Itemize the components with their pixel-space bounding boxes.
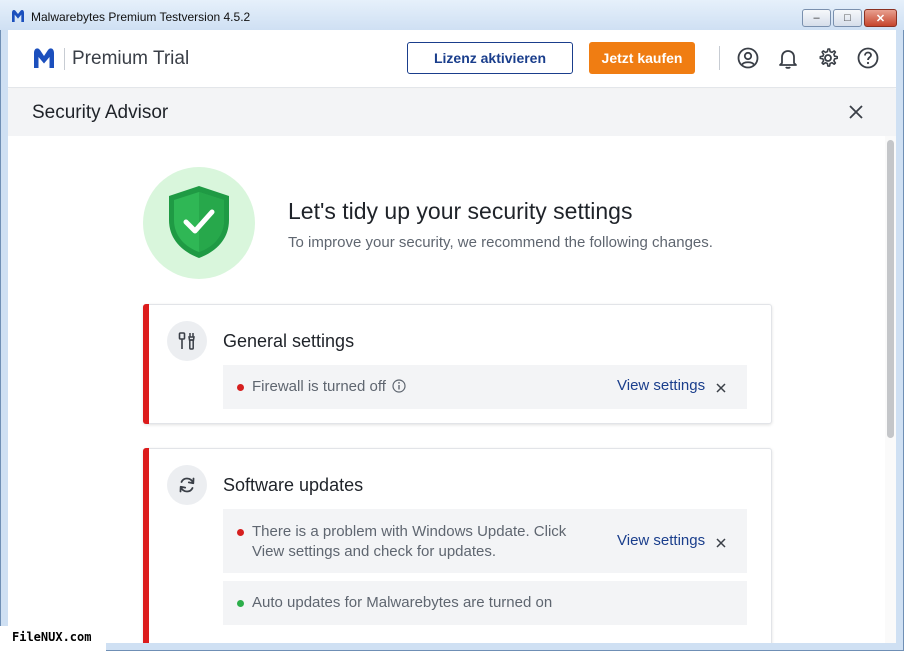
window-title: Malwarebytes Premium Testversion 4.5.2	[31, 10, 251, 24]
card-title: Software updates	[223, 475, 364, 495]
status-dot	[237, 600, 244, 607]
watermark: FileNUX.com	[0, 626, 106, 651]
tools-icon	[178, 332, 195, 350]
item-text: Firewall is turned off	[252, 378, 386, 395]
hero-title: Let's tidy up your security settings	[288, 198, 633, 224]
advisor-content: Let's tidy up your security settings To …	[8, 136, 896, 643]
close-icon[interactable]	[846, 102, 866, 122]
general-settings-card: General settings Firewall is turned off …	[143, 304, 772, 424]
card-accent-bar	[143, 448, 149, 643]
close-window-button[interactable]: ✕	[864, 9, 897, 27]
scrollbar-thumb[interactable]	[887, 140, 894, 438]
dismiss-icon[interactable]	[715, 382, 727, 394]
dismiss-icon[interactable]	[715, 537, 727, 549]
plan-title: Premium Trial	[72, 48, 190, 69]
app-client-area: Premium Trial Lizenz aktivieren Jetzt ka…	[8, 30, 896, 643]
hero-subtitle: To improve your security, we recommend t…	[288, 234, 713, 251]
help-icon[interactable]	[857, 47, 879, 69]
gear-icon[interactable]	[817, 47, 839, 69]
view-settings-link[interactable]: View settings	[617, 377, 705, 394]
minimize-icon: –	[813, 12, 820, 24]
status-dot	[237, 529, 244, 536]
refresh-icon	[179, 477, 195, 493]
card-title: General settings	[223, 331, 355, 351]
title-bar[interactable]: Malwarebytes Premium Testversion 4.5.2 –…	[0, 0, 904, 30]
malwarebytes-logo-icon	[12, 10, 24, 22]
buy-now-button[interactable]: Jetzt kaufen	[589, 42, 695, 74]
card-icon	[167, 465, 207, 505]
header-divider	[64, 48, 65, 70]
maximize-button[interactable]: □	[833, 9, 862, 27]
view-settings-link[interactable]: View settings	[617, 532, 705, 549]
shield-check-icon	[169, 186, 229, 258]
vertical-scrollbar[interactable]	[885, 136, 896, 643]
advisor-header: Security Advisor	[8, 89, 896, 136]
header-divider	[719, 46, 720, 70]
software-updates-card: Software updates There is a problem with…	[143, 448, 772, 643]
info-icon[interactable]	[392, 379, 406, 393]
close-icon: ✕	[875, 12, 886, 25]
maximize-icon: □	[844, 12, 851, 24]
account-icon[interactable]	[737, 47, 759, 69]
list-item: Auto updates for Malwarebytes are turned…	[223, 581, 747, 625]
activate-license-button[interactable]: Lizenz aktivieren	[407, 42, 573, 74]
card-accent-bar	[143, 304, 149, 424]
page-title: Security Advisor	[32, 102, 169, 123]
bell-icon[interactable]	[777, 47, 799, 69]
minimize-button[interactable]: –	[802, 9, 831, 27]
card-icon	[167, 321, 207, 361]
malwarebytes-logo-icon	[34, 48, 54, 68]
status-dot	[237, 384, 244, 391]
app-header: Premium Trial Lizenz aktivieren Jetzt ka…	[8, 30, 896, 88]
list-item: Firewall is turned off View settings	[223, 365, 747, 409]
list-item: There is a problem with Windows Update. …	[223, 509, 747, 573]
item-text-line: View settings and check for updates.	[252, 543, 497, 560]
item-text: Auto updates for Malwarebytes are turned…	[252, 594, 553, 611]
item-text-line: There is a problem with Windows Update. …	[252, 523, 567, 540]
